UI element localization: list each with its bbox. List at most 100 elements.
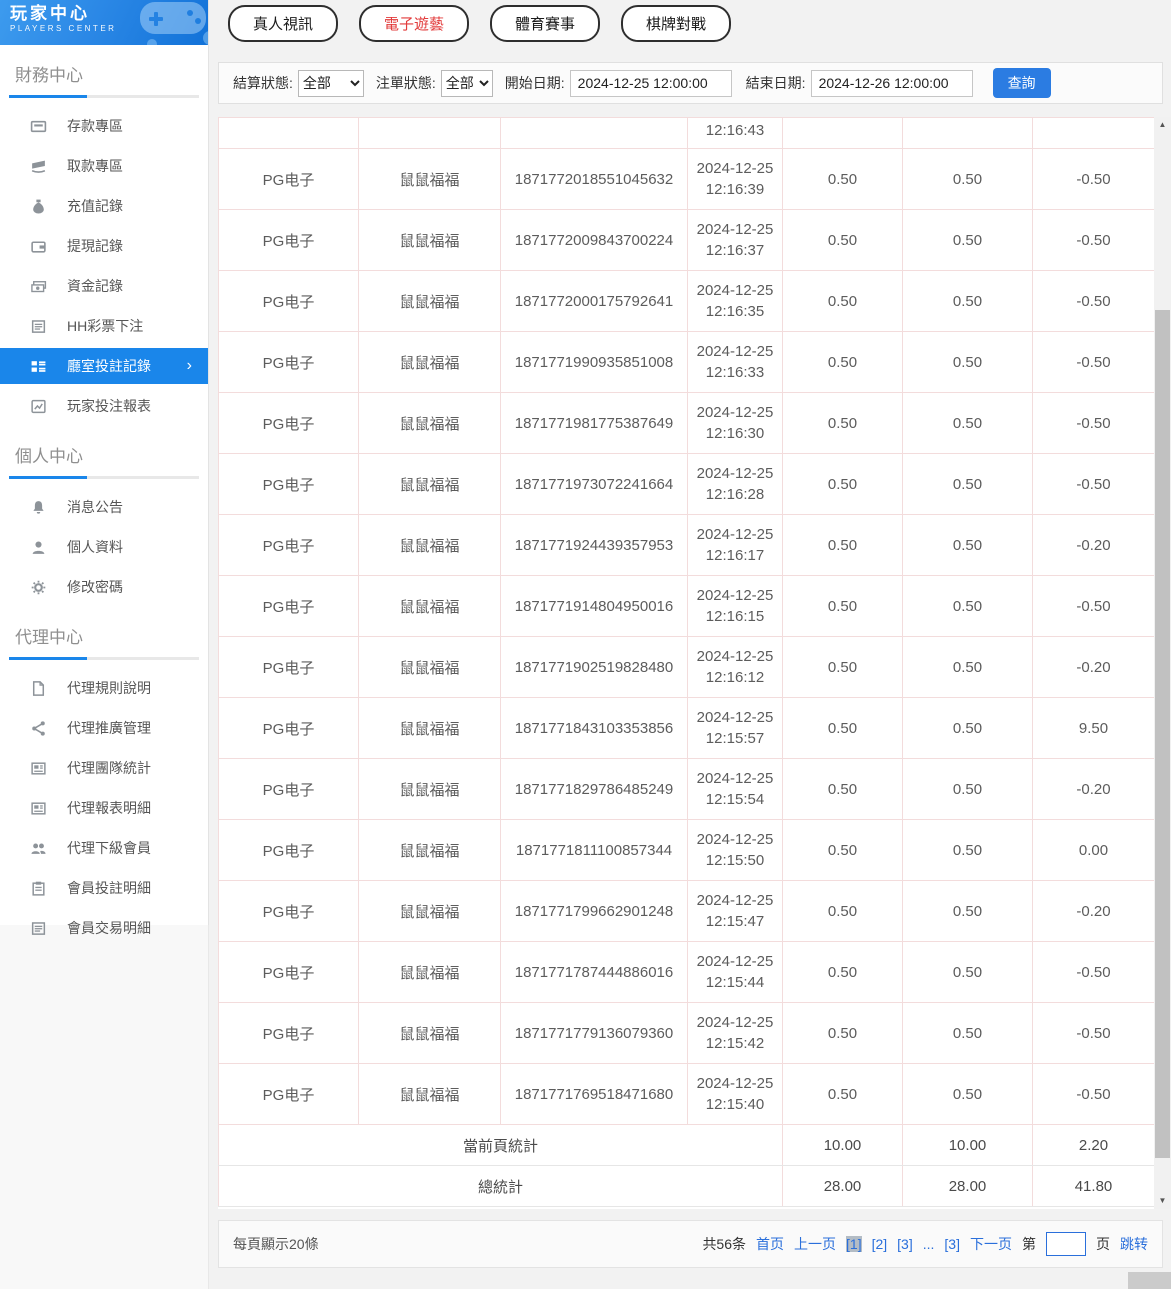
gear-icon — [30, 579, 47, 596]
summary-label: 當前頁統計 — [218, 1124, 783, 1166]
sidebar-item-funds-record[interactable]: 資金記錄 — [0, 266, 208, 306]
cell-platform: PG电子 — [218, 575, 359, 637]
sidebar-item-label: 玩家投注報表 — [67, 398, 151, 414]
page-link[interactable]: [3] — [897, 1236, 913, 1252]
sidebar-item-label: 消息公告 — [67, 499, 123, 515]
cell-platform: PG电子 — [218, 819, 359, 881]
table-row[interactable]: PG电子 鼠鼠福福 1871771990935851008 2024-12-25 12:… — [218, 331, 1155, 393]
page-link[interactable]: [2] — [872, 1236, 888, 1252]
cell-date: 2024-12-25 — [696, 831, 774, 848]
table-row[interactable]: PG电子 鼠鼠福福 1871771924439357953 2024-12-25 12:… — [218, 514, 1155, 576]
section-divider — [9, 476, 199, 479]
cell-bet-amount: 0.50 — [782, 575, 903, 637]
start-date-input[interactable] — [569, 69, 732, 97]
end-date-input[interactable] — [810, 69, 973, 97]
sidebar-item-agent-promotion[interactable]: 代理推廣管理 — [0, 708, 208, 748]
tab-sports[interactable]: 體育賽事 — [490, 5, 601, 42]
jump-button[interactable]: 跳转 — [1120, 1234, 1148, 1254]
cell-datetime: 2024-12-25 12:16:17 — [687, 514, 783, 576]
table-row[interactable]: PG电子 鼠鼠福福 1871771981775387649 2024-12-25 12:… — [218, 392, 1155, 454]
cell-date: 2024-12-25 — [696, 1014, 774, 1031]
sidebar-item-announcements[interactable]: 消息公告 — [0, 487, 208, 527]
cell-time: 12:16:35 — [705, 303, 765, 320]
table-row[interactable]: PG电子 鼠鼠福福 1871771787444886016 2024-12-25 12:… — [218, 941, 1155, 1003]
cell-bet-amount: 0.50 — [782, 636, 903, 698]
scroll-down-arrow[interactable]: ▼ — [1154, 1193, 1171, 1209]
bet-records-table: 12:16:43 PG电子 鼠鼠福福 1871772018551045632 2024-… — [218, 117, 1155, 1207]
sidebar-item-agent-report-detail[interactable]: 代理報表明細 — [0, 788, 208, 828]
scroll-up-arrow[interactable]: ▲ — [1154, 117, 1171, 133]
table-row[interactable]: PG电子 鼠鼠福福 1871771779136079360 2024-12-25 12:… — [218, 1002, 1155, 1064]
sidebar-item-profile[interactable]: 個人資料 — [0, 527, 208, 567]
table-row[interactable]: PG电子 鼠鼠福福 1871771843103353856 2024-12-25 12:… — [218, 697, 1155, 759]
cell-platform: PG电子 — [218, 1063, 359, 1125]
sidebar-item-agent-rules[interactable]: 代理規則說明 — [0, 668, 208, 708]
cell: 12:16:43 — [687, 117, 783, 149]
cell-date: 2024-12-25 — [696, 587, 774, 604]
table-row[interactable]: PG电子 鼠鼠福福 1871771799662901248 2024-12-25 12:… — [218, 880, 1155, 942]
order-status-select[interactable]: 全部 — [440, 69, 493, 97]
sidebar-item-member-bet-detail[interactable]: 會員投註明細 — [0, 868, 208, 908]
scrollbar-thumb[interactable] — [1155, 310, 1170, 1158]
cell-time: 12:16:17 — [705, 547, 765, 564]
deposit-icon — [30, 118, 47, 135]
cell-win-loss: -0.50 — [1032, 331, 1155, 393]
search-button[interactable]: 查詢 — [992, 68, 1051, 98]
page-link[interactable]: [1] — [846, 1236, 862, 1252]
next-page-link[interactable]: 下一页 — [970, 1234, 1012, 1254]
order-status-label: 注單狀態: — [375, 75, 436, 91]
cell — [782, 117, 903, 149]
sidebar-item-withdraw[interactable]: 取款專區 — [0, 146, 208, 186]
tab-electronic-games[interactable]: 電子遊藝 — [359, 5, 470, 42]
cell-win-loss: -0.20 — [1032, 758, 1155, 820]
sidebar-item-member-transaction-detail[interactable]: 會員交易明細 — [0, 908, 208, 948]
table-row[interactable]: PG电子 鼠鼠福福 1871772009843700224 2024-12-25 12:… — [218, 209, 1155, 271]
filter-bar: 結算狀態: 全部 注單狀態: 全部 開始日期: 結束日期: 查詢 — [218, 62, 1163, 104]
table-row[interactable]: PG电子 鼠鼠福福 1871771902519828480 2024-12-25 12:… — [218, 636, 1155, 698]
cell-valid-bet: 0.50 — [902, 697, 1033, 759]
table-row[interactable]: PG电子 鼠鼠福福 1871771973072241664 2024-12-25 12:… — [218, 453, 1155, 515]
cell-bet-amount: 0.50 — [782, 1002, 903, 1064]
wallet-icon — [30, 238, 47, 255]
tab-live-video[interactable]: 真人視訊 — [228, 5, 339, 42]
sidebar-header: 玩家中心 PLAYERS CENTER — [0, 0, 208, 45]
table-row[interactable]: PG电子 鼠鼠福福 1871772000175792641 2024-12-25 12:… — [218, 270, 1155, 332]
pagination: 共56条 首页 上一页 [1] [2] [3]... [3] 下一页第 页跳转 — [702, 1232, 1148, 1256]
sidebar-item-hh-lottery[interactable]: HH彩票下注 — [0, 306, 208, 346]
list-board-icon — [30, 358, 47, 375]
cell-win-loss: -0.50 — [1032, 148, 1155, 210]
sidebar-item-label: 個人資料 — [67, 539, 123, 555]
tab-board-games[interactable]: 棋牌對戰 — [621, 5, 732, 42]
sidebar-item-player-bet-report[interactable]: 玩家投注報表 — [0, 386, 208, 426]
cell-datetime: 2024-12-25 12:16:15 — [687, 575, 783, 637]
sidebar-item-label: 會員交易明細 — [67, 920, 151, 936]
cell-datetime: 2024-12-25 12:15:44 — [687, 941, 783, 1003]
sidebar-item-recharge-record[interactable]: 充值記錄 — [0, 186, 208, 226]
table-row[interactable]: PG电子 鼠鼠福福 1871771811100857344 2024-12-25 12:… — [218, 819, 1155, 881]
page-link[interactable]: [3] — [944, 1236, 960, 1252]
page-jump-input[interactable] — [1046, 1232, 1086, 1256]
sidebar-item-hall-bet-records[interactable]: 廳室投註記錄 › — [0, 348, 208, 384]
cash-icon — [30, 278, 47, 295]
table-row[interactable]: PG电子 鼠鼠福福 1871771914804950016 2024-12-25 12:… — [218, 575, 1155, 637]
cell — [218, 117, 359, 149]
prev-page-link[interactable]: 上一页 — [794, 1234, 836, 1254]
cell-bet-amount: 0.50 — [782, 453, 903, 515]
person-icon — [30, 539, 47, 556]
settle-status-select[interactable]: 全部 — [297, 69, 364, 97]
sidebar-item-agent-sub-members[interactable]: 代理下級會員 — [0, 828, 208, 868]
bet-records-table-card: 12:16:43 PG电子 鼠鼠福福 1871772018551045632 2024-… — [218, 117, 1171, 1209]
sidebar-item-withdrawal-record[interactable]: 提現記錄 — [0, 226, 208, 266]
sidebar-item-change-password[interactable]: 修改密碼 — [0, 567, 208, 607]
table-row[interactable]: PG电子 鼠鼠福福 1871771829786485249 2024-12-25 12:… — [218, 758, 1155, 820]
table-row[interactable]: PG电子 鼠鼠福福 1871772018551045632 2024-12-25 12:… — [218, 148, 1155, 210]
first-page-link[interactable]: 首页 — [756, 1234, 784, 1254]
cell-platform: PG电子 — [218, 1002, 359, 1064]
sidebar-item-deposit[interactable]: 存款專區 — [0, 106, 208, 146]
cell-order-id: 1871772018551045632 — [500, 148, 688, 210]
cell-order-id: 1871771914804950016 — [500, 575, 688, 637]
table-row[interactable]: PG电子 鼠鼠福福 1871771769518471680 2024-12-25 12:… — [218, 1063, 1155, 1125]
cell-order-id: 1871771981775387649 — [500, 392, 688, 454]
table-scrollbar[interactable]: ▲ ▼ — [1154, 117, 1171, 1209]
sidebar-item-agent-team-stats[interactable]: 代理團隊統計 — [0, 748, 208, 788]
